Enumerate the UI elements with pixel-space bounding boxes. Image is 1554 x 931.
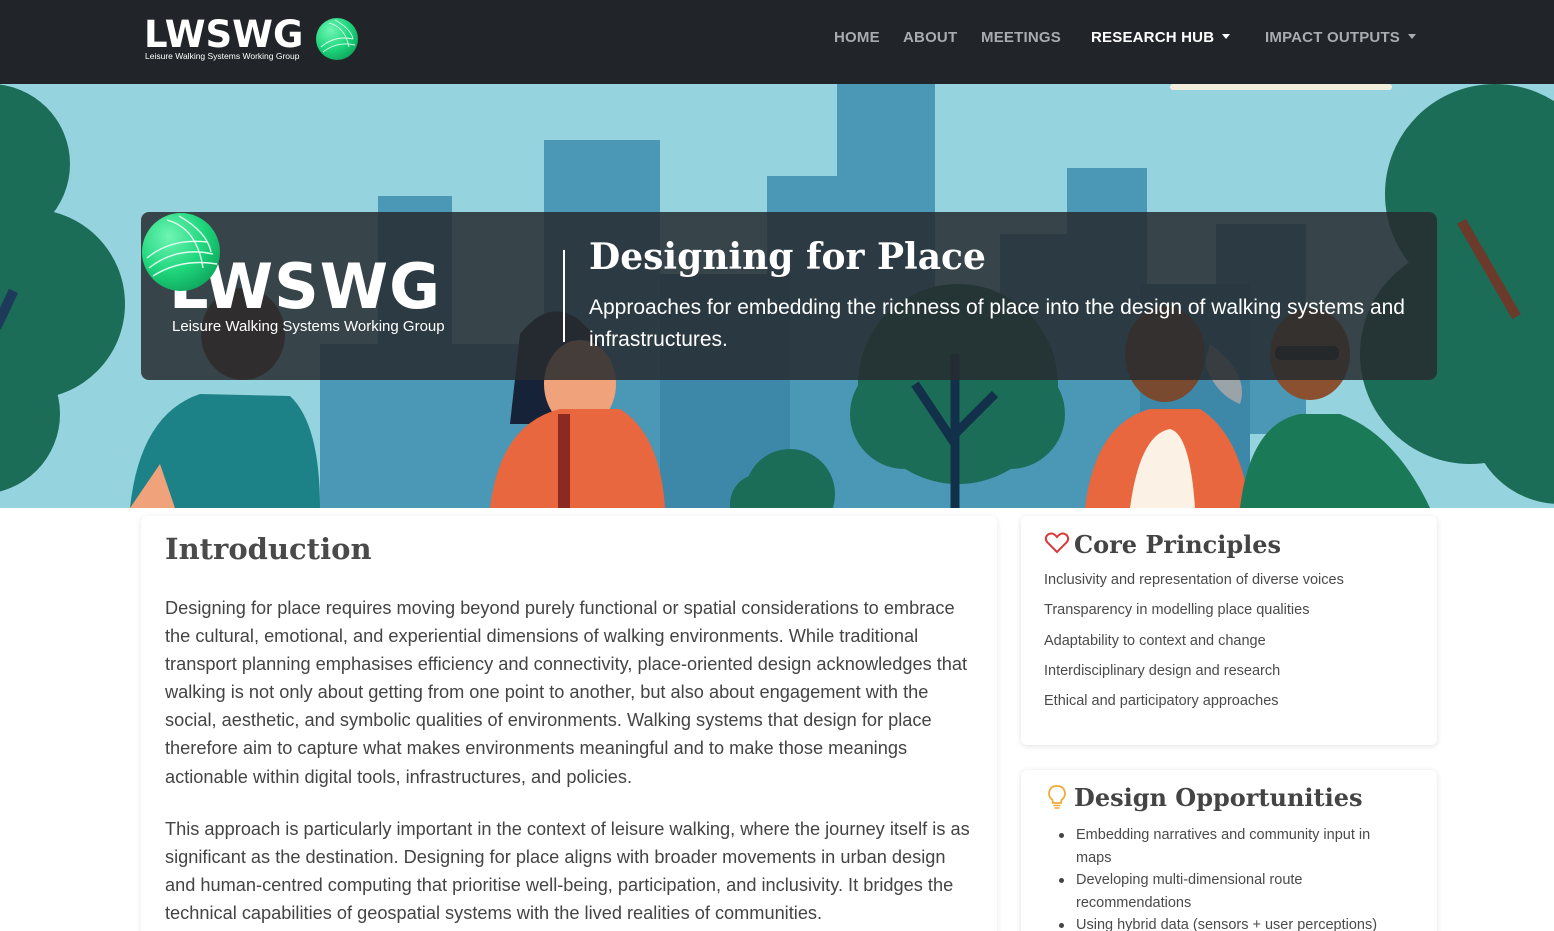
card-title: Design Opportunities bbox=[1074, 783, 1363, 812]
hero-panel: LWSWG Leisure Walking Systems Working Gr… bbox=[141, 212, 1437, 380]
hero-divider bbox=[563, 250, 565, 342]
principle-item: Ethical and participatory approaches bbox=[1044, 693, 1279, 709]
globe-logo-icon bbox=[142, 213, 220, 291]
nav-research-hub[interactable]: RESEARCH HUB bbox=[1091, 29, 1231, 46]
nav-menu: HOME ABOUT MEETINGS RESEARCH HUB IMPACT … bbox=[0, 29, 1554, 49]
top-navbar: LWSWG Leisure Walking Systems Working Gr… bbox=[0, 0, 1554, 84]
nav-meetings[interactable]: MEETINGS bbox=[981, 29, 1061, 46]
intro-paragraph: Designing for place requires moving beyo… bbox=[165, 598, 968, 787]
hero-banner: LWSWG Leisure Walking Systems Working Gr… bbox=[0, 84, 1554, 508]
list-item: Embedding narratives and community input… bbox=[1059, 824, 1406, 869]
design-opportunities-card: Design Opportunities Embedding narrative… bbox=[1021, 770, 1437, 931]
caret-down-icon bbox=[1222, 33, 1231, 39]
opportunities-list: Embedding narratives and community input… bbox=[1059, 824, 1406, 931]
nav-impact-outputs[interactable]: IMPACT OUTPUTS bbox=[1265, 29, 1417, 46]
section-title: Introduction bbox=[165, 532, 372, 566]
page-title: Designing for Place bbox=[589, 236, 986, 278]
list-item: Developing multi-dimensional route recom… bbox=[1059, 869, 1406, 914]
caret-down-icon bbox=[1408, 33, 1417, 39]
core-principles-card: Core Principles Inclusivity and represen… bbox=[1021, 516, 1437, 745]
nav-research-hub-label: RESEARCH HUB bbox=[1091, 29, 1215, 46]
nav-impact-outputs-label: IMPACT OUTPUTS bbox=[1265, 29, 1401, 46]
principle-item: Adaptability to context and change bbox=[1044, 633, 1266, 649]
page-subtitle: Approaches for embedding the richness of… bbox=[589, 296, 1405, 351]
introduction-card: Introduction Designing for place require… bbox=[141, 516, 997, 931]
principle-item: Transparency in modelling place qualitie… bbox=[1044, 602, 1310, 618]
principle-item: Interdisciplinary design and research bbox=[1044, 663, 1281, 679]
heart-icon bbox=[1044, 532, 1070, 554]
card-title: Core Principles bbox=[1074, 530, 1282, 559]
hero-logo-tagline: Leisure Walking Systems Working Group bbox=[172, 318, 445, 335]
nav-home[interactable]: HOME bbox=[834, 29, 880, 46]
nav-about[interactable]: ABOUT bbox=[903, 29, 957, 46]
principle-item: Inclusivity and representation of divers… bbox=[1044, 572, 1344, 588]
lightbulb-icon bbox=[1048, 785, 1066, 809]
list-item: Using hybrid data (sensors + user percep… bbox=[1059, 914, 1406, 931]
brand-tagline: Leisure Walking Systems Working Group bbox=[145, 51, 300, 61]
intro-paragraph: This approach is particularly important … bbox=[165, 819, 970, 924]
